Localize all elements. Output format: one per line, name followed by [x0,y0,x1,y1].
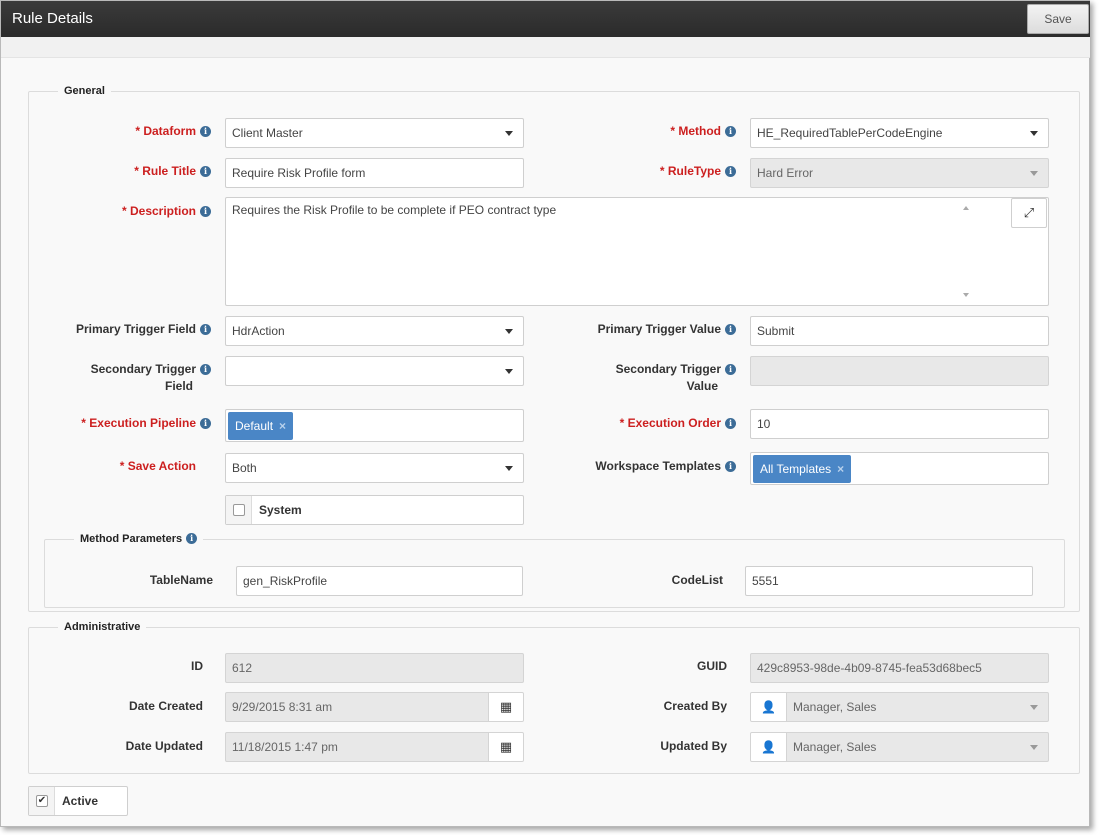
execution-order-label: * Execution Order i [586,415,736,432]
description-label: * Description i [61,203,211,220]
toolbar-strip [1,37,1090,58]
general-legend: General [58,85,111,97]
description-textarea[interactable]: Requires the Risk Profile to be complete… [225,197,1049,306]
save-action-select[interactable]: Both [225,453,524,483]
expand-icon: ⤢ [1023,205,1035,220]
code-list-label: CodeList [671,573,723,587]
window-title: Rule Details [12,10,93,27]
system-label: System [259,503,302,517]
date-updated-input: 11/18/2015 1:47 pm ▦ [225,732,524,762]
chevron-down-icon [505,329,513,334]
scroll-down-icon[interactable] [963,293,969,297]
rule-type-select: Hard Error [750,158,1049,188]
method-parameters-legend: Method Parameters i [74,533,204,545]
execution-pipeline-input[interactable]: Default × [225,409,524,442]
code-list-input[interactable]: 5551 [745,566,1033,596]
updated-by-select: 👤 Manager, Sales [750,732,1049,762]
remove-tag-icon[interactable]: × [837,462,844,476]
updated-by-label: Updated By [660,739,727,753]
execution-pipeline-label: * Execution Pipeline i [51,415,211,432]
calendar-icon: ▦ [499,699,513,714]
date-created-label: Date Created [128,699,203,713]
system-checkbox[interactable] [233,504,245,516]
secondary-trigger-field-select[interactable] [225,356,524,386]
system-checkbox-group[interactable]: System [225,495,524,525]
chevron-down-icon [505,466,513,471]
rule-type-label: * RuleType i [586,163,736,180]
info-icon[interactable]: i [725,324,736,335]
info-icon[interactable]: i [725,166,736,177]
info-icon[interactable]: i [200,418,211,429]
active-checkbox-cell: ✔ [29,787,55,815]
workspace-templates-label: Workspace Templates i [576,458,736,475]
save-action-label: * Save Actioni [119,459,196,473]
active-label: Active [62,794,99,808]
guid-label: GUID [697,659,727,673]
execution-order-input[interactable]: 10 [750,409,1049,439]
primary-trigger-field-select[interactable]: HdrAction [225,316,524,346]
date-created-input: 9/29/2015 8:31 am ▦ [225,692,524,722]
remove-tag-icon[interactable]: × [279,419,286,433]
save-button[interactable]: Save [1027,4,1089,34]
system-checkbox-cell [226,496,252,524]
calendar-button[interactable]: ▦ [488,693,523,721]
workspace-templates-input[interactable]: All Templates × [750,452,1049,485]
calendar-icon: ▦ [499,739,513,754]
info-icon[interactable]: i [200,364,211,375]
primary-trigger-value-input[interactable]: Submit [750,316,1049,346]
title-bar: Rule Details Save [1,1,1090,37]
user-icon: 👤 [751,733,787,761]
templates-tag: All Templates × [753,455,852,483]
chevron-down-icon [505,131,513,136]
chevron-down-icon [1030,131,1038,136]
rule-title-label: * Rule Title i [61,163,211,180]
info-icon[interactable]: i [725,126,736,137]
info-icon[interactable]: i [200,206,211,217]
secondary-trigger-field-label: Secondary Trigger i Field [61,361,211,395]
primary-trigger-value-label: Primary Trigger Value i [576,321,736,338]
rule-title-input[interactable]: Require Risk Profile form [225,158,524,188]
primary-trigger-field-label: Primary Trigger Field i [51,321,211,338]
info-icon[interactable]: i [725,418,736,429]
calendar-button[interactable]: ▦ [488,733,523,761]
active-checkbox[interactable]: ✔ [36,795,48,807]
table-name-input[interactable]: gen_RiskProfile [236,566,523,596]
dataform-select[interactable]: Client Master [225,118,524,148]
expand-button[interactable]: ⤢ [1011,198,1047,228]
rule-details-window: Rule Details Save General * Dataform i Cl… [0,0,1090,827]
info-icon[interactable]: i [200,324,211,335]
info-icon[interactable]: i [725,364,736,375]
table-name-label: TableName [149,573,213,587]
pipeline-tag: Default × [228,412,294,440]
id-input: 612 [225,653,524,683]
created-by-label: Created By [663,699,727,713]
info-icon[interactable]: i [200,126,211,137]
chevron-down-icon [1030,705,1038,710]
info-icon[interactable]: i [200,166,211,177]
description-text: Requires the Risk Profile to be complete… [232,203,557,217]
chevron-down-icon [505,369,513,374]
id-label: ID [191,659,203,673]
guid-input: 429c8953-98de-4b09-8745-fea53d68bec5 [750,653,1049,683]
administrative-legend: Administrative [58,621,147,633]
method-label: * Method i [586,123,736,140]
date-updated-label: Date Updated [125,739,203,753]
scroll-up-icon[interactable] [963,206,969,210]
dataform-label: * Dataform i [61,123,211,140]
active-checkbox-group[interactable]: ✔ Active [28,786,128,816]
user-icon: 👤 [751,693,787,721]
method-select[interactable]: HE_RequiredTablePerCodeEngine [750,118,1049,148]
chevron-down-icon [1030,745,1038,750]
secondary-trigger-value-label: Secondary Trigger i Value [586,361,736,395]
created-by-select: 👤 Manager, Sales [750,692,1049,722]
secondary-trigger-value-input [750,356,1049,386]
info-icon[interactable]: i [725,461,736,472]
info-icon[interactable]: i [186,533,198,544]
chevron-down-icon [1030,171,1038,176]
